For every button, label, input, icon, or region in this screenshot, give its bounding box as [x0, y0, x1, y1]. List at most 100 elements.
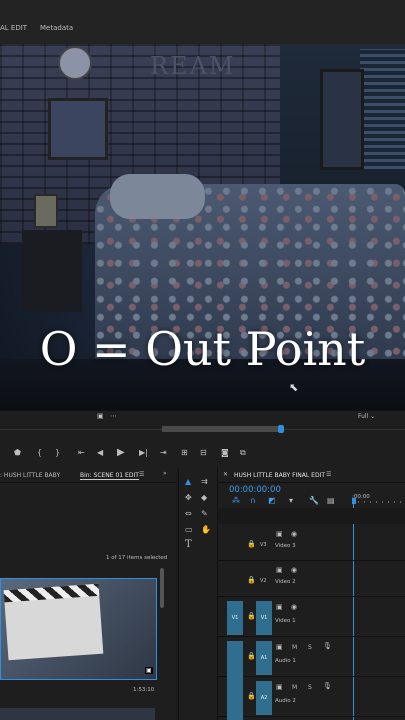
lock-icon[interactable]: 🔒 [247, 693, 256, 700]
overlay-caption: O = Out Point [39, 322, 366, 376]
monitor-controls: ▣ ⋯ Full ⌄ ⬟ { } ⇤ ◀ ▶ ▶| ⇥ ⊞ ⊟ ◙ ⧉ [0, 410, 405, 469]
project-tabs: : HUSH LITTLE BABY Bin: SCENE 01 EDIT ☰ … [0, 468, 176, 483]
compare-icon[interactable]: ⧉ [240, 449, 246, 457]
photo-frame [34, 194, 58, 228]
timeline-header-gap [218, 508, 405, 524]
timeline-menu-icon[interactable]: ☰ [326, 471, 331, 478]
tab-project[interactable]: : HUSH LITTLE BABY [0, 472, 60, 479]
wall-poster [320, 69, 364, 170]
wrench-icon[interactable]: 🔧 [309, 497, 319, 505]
captions-icon[interactable]: ▤ [327, 497, 335, 505]
hand-tool-icon[interactable]: ✋ [201, 526, 211, 534]
go-to-out-icon[interactable]: ⇥ [160, 449, 167, 457]
source-patch-audio[interactable] [227, 641, 243, 720]
project-panel: : HUSH LITTLE BABY Bin: SCENE 01 EDIT ☰ … [0, 468, 176, 720]
source-patch-v1[interactable]: V1 [227, 601, 243, 635]
mark-in-icon[interactable]: { [37, 449, 42, 457]
timeline-tab-bar: ✕ HUSH LITTLE BABY FINAL EDIT ☰ [218, 468, 405, 483]
tab-metadata[interactable]: Metadata [40, 24, 73, 32]
clapperboard [3, 583, 104, 661]
track-name: Video 3 [275, 543, 296, 549]
clip-duration: 1:53:10 [133, 687, 155, 693]
timecode-display[interactable]: 00:00:00:00 [229, 485, 281, 495]
pen-tool-icon[interactable]: ✎ [201, 510, 208, 518]
toggle-sync-icon[interactable]: ▣ [276, 644, 283, 651]
eye-icon[interactable]: ◉ [291, 567, 297, 574]
track-target-a1[interactable]: A1 [256, 641, 272, 675]
fit-select[interactable]: Full ⌄ [358, 413, 375, 420]
go-to-in-icon[interactable]: ⇤ [78, 449, 85, 457]
extract-icon[interactable]: ⊟ [200, 449, 207, 457]
solo-button[interactable]: S [308, 684, 312, 691]
zoom-scrollbar[interactable] [162, 426, 282, 432]
eye-icon[interactable]: ◉ [291, 604, 297, 611]
lock-icon[interactable]: 🔒 [247, 577, 256, 584]
tools-panel: ▲ ⇉ ✥ ◆ ⇔ ✎ ▭ ✋ T [178, 468, 218, 720]
toggle-sync-icon[interactable]: ▣ [276, 604, 283, 611]
export-frame-icon[interactable]: ◙ [221, 449, 229, 457]
track-v3: 🔒 V3 ▣ ◉ Video 3 [218, 524, 405, 561]
track-a2: 🔒 A2 ▣ M S 🎙 Audio 2 [218, 676, 405, 717]
track-id: V3 [260, 542, 267, 548]
panel-tab-bar: AL EDIT Metadata [0, 0, 405, 45]
mute-button[interactable]: M [292, 644, 297, 651]
play-icon[interactable]: ▶ [117, 448, 125, 458]
program-monitor: REAM O = Out Point ⬉ [0, 44, 405, 410]
pillow [110, 174, 205, 219]
track-name: Video 2 [275, 579, 296, 585]
microphone-icon[interactable]: 🎙 [323, 643, 332, 650]
track-target-a2[interactable]: A2 [256, 681, 272, 715]
hamburger-icon[interactable]: ☰ [139, 471, 144, 478]
solo-button[interactable]: S [308, 644, 312, 651]
rectangle-tool-icon[interactable]: ▭ [185, 526, 193, 534]
track-name: Audio 2 [275, 698, 296, 704]
panel-overflow-icon[interactable]: » [163, 470, 167, 477]
track-v1: V1 🔒 V1 ▣ ◉ Video 1 [218, 596, 405, 637]
type-tool-icon[interactable]: T [185, 540, 192, 550]
close-tab-icon[interactable]: ✕ [223, 471, 228, 478]
slip-tool-icon[interactable]: ⇔ [185, 510, 192, 518]
lock-icon[interactable]: 🔒 [247, 541, 256, 548]
tab-bin[interactable]: Bin: SCENE 01 EDIT [80, 472, 139, 480]
settings-icon[interactable]: ▣ [97, 413, 104, 420]
picture-frame [48, 98, 108, 160]
clip-badge-icon: ▣ [145, 667, 153, 674]
ripple-edit-icon[interactable]: ✥ [185, 494, 192, 502]
playhead-handle[interactable] [278, 425, 284, 433]
add-marker-timeline-icon[interactable]: ▾ [289, 497, 293, 505]
toggle-sync-icon[interactable]: ▣ [276, 531, 283, 538]
tab-final-edit[interactable]: AL EDIT [0, 24, 27, 32]
clip-thumbnail[interactable]: ▣ [0, 578, 157, 680]
items-selected-count: 1 of 17 items selected [106, 555, 168, 561]
razor-tool-icon[interactable]: ◆ [201, 494, 207, 502]
tab-sequence[interactable]: HUSH LITTLE BABY FINAL EDIT [234, 472, 325, 479]
nightstand [22, 230, 82, 312]
track-v2: 🔒 V2 ▣ ◉ Video 2 [218, 560, 405, 597]
toggle-sync-icon[interactable]: ▣ [276, 684, 283, 691]
timeline-panel: ✕ HUSH LITTLE BABY FINAL EDIT ☰ 00:00:00… [218, 468, 405, 720]
selection-tool-icon[interactable]: ▲ [185, 478, 191, 486]
lock-icon[interactable]: 🔒 [247, 653, 256, 660]
mouse-cursor-icon: ⬉ [289, 381, 299, 394]
toggle-sync-icon[interactable]: ▣ [276, 567, 283, 574]
next-clip-thumbnail[interactable] [0, 708, 155, 720]
nest-icon[interactable]: ⁂ [232, 497, 240, 505]
step-forward-icon[interactable]: ▶| [139, 449, 148, 457]
lock-icon[interactable]: 🔒 [247, 613, 256, 620]
track-name: Video 1 [275, 618, 296, 624]
mute-button[interactable]: M [292, 684, 297, 691]
step-back-icon[interactable]: ◀ [97, 449, 103, 457]
track-target-v1[interactable]: V1 [256, 601, 272, 635]
window-blinds [360, 49, 405, 169]
marker-icon[interactable]: ⋯ [110, 413, 117, 420]
mark-out-icon[interactable]: } [55, 449, 60, 457]
add-marker-icon[interactable]: ⬟ [14, 449, 21, 457]
snap-icon[interactable]: ∩ [250, 497, 256, 505]
lift-icon[interactable]: ⊞ [181, 449, 188, 457]
microphone-icon[interactable]: 🎙 [323, 683, 332, 690]
eye-icon[interactable]: ◉ [291, 531, 297, 538]
project-scrollbar[interactable] [160, 568, 164, 608]
linked-selection-icon[interactable]: ◩ [268, 497, 276, 505]
wall-sign: REAM [150, 52, 236, 80]
track-select-icon[interactable]: ⇉ [201, 478, 208, 486]
